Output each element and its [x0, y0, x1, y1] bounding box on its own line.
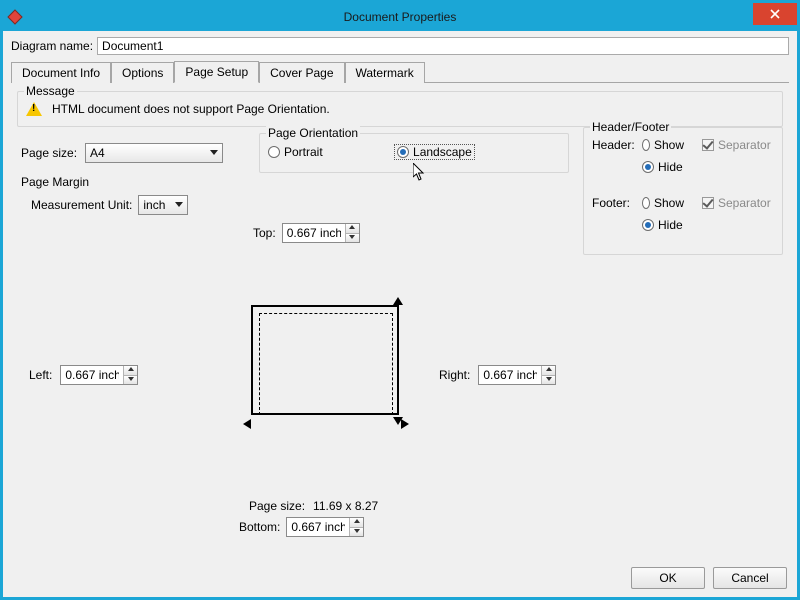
cancel-button[interactable]: Cancel	[713, 567, 787, 589]
page-size-value: A4	[90, 146, 105, 160]
orientation-group: Page Orientation Portrait Landscape	[259, 133, 569, 173]
tabstrip: Document Info Options Page Setup Cover P…	[11, 61, 789, 83]
message-text: HTML document does not support Page Orie…	[52, 102, 330, 116]
page-preview	[251, 305, 401, 425]
chevron-down-icon	[175, 202, 183, 207]
diagram-name-input[interactable]	[97, 37, 789, 55]
footer-show[interactable]: Show	[642, 196, 684, 210]
ok-button[interactable]: OK	[631, 567, 705, 589]
bottom-label: Bottom:	[239, 520, 280, 534]
message-legend: Message	[24, 84, 77, 98]
orientation-legend: Page Orientation	[266, 126, 360, 140]
app-icon	[7, 9, 23, 25]
dialog-buttons: OK Cancel	[631, 567, 787, 589]
page-size-label: Page size:	[21, 146, 77, 160]
warning-icon	[26, 102, 42, 116]
close-button[interactable]	[753, 3, 797, 25]
tab-page-setup[interactable]: Page Setup	[174, 61, 259, 83]
top-spin[interactable]	[282, 223, 360, 243]
left-spin[interactable]	[60, 365, 138, 385]
header-label: Header:	[592, 138, 642, 152]
footer-separator[interactable]: Separator	[702, 196, 782, 210]
tab-watermark[interactable]: Watermark	[345, 62, 425, 83]
footer-label: Footer:	[592, 196, 642, 210]
top-label: Top:	[253, 226, 276, 240]
preview-size-value: 11.69 x 8.27	[313, 499, 378, 513]
radio-landscape[interactable]: Landscape	[394, 144, 475, 160]
page-margin-group: Page Margin Measurement Unit: inch Top:	[21, 175, 576, 545]
footer-hide[interactable]: Hide	[642, 218, 684, 232]
unit-label: Measurement Unit:	[31, 198, 132, 212]
preview-size-label: Page size:	[249, 499, 305, 513]
right-label: Right:	[439, 368, 470, 382]
margin-legend: Page Margin	[21, 175, 576, 189]
header-hide[interactable]: Hide	[642, 160, 684, 174]
diagram-name-label: Diagram name:	[11, 39, 93, 53]
tab-cover-page[interactable]: Cover Page	[259, 62, 344, 83]
header-footer-group: Header/Footer Header: Show Separator Hid…	[583, 127, 783, 255]
right-spin[interactable]	[478, 365, 556, 385]
bottom-spin[interactable]	[286, 517, 364, 537]
header-show[interactable]: Show	[642, 138, 684, 152]
left-label: Left:	[29, 368, 52, 382]
tab-document-info[interactable]: Document Info	[11, 62, 111, 83]
page-size-combo[interactable]: A4	[85, 143, 223, 163]
tab-options[interactable]: Options	[111, 62, 174, 83]
chevron-down-icon	[210, 150, 218, 155]
radio-portrait[interactable]: Portrait	[268, 145, 323, 159]
header-separator[interactable]: Separator	[702, 138, 782, 152]
window-title: Document Properties	[3, 10, 797, 24]
unit-combo[interactable]: inch	[138, 195, 188, 215]
hf-legend: Header/Footer	[590, 120, 671, 134]
titlebar: Document Properties	[3, 3, 797, 31]
page-setup-panel: Message HTML document does not support P…	[11, 83, 789, 561]
